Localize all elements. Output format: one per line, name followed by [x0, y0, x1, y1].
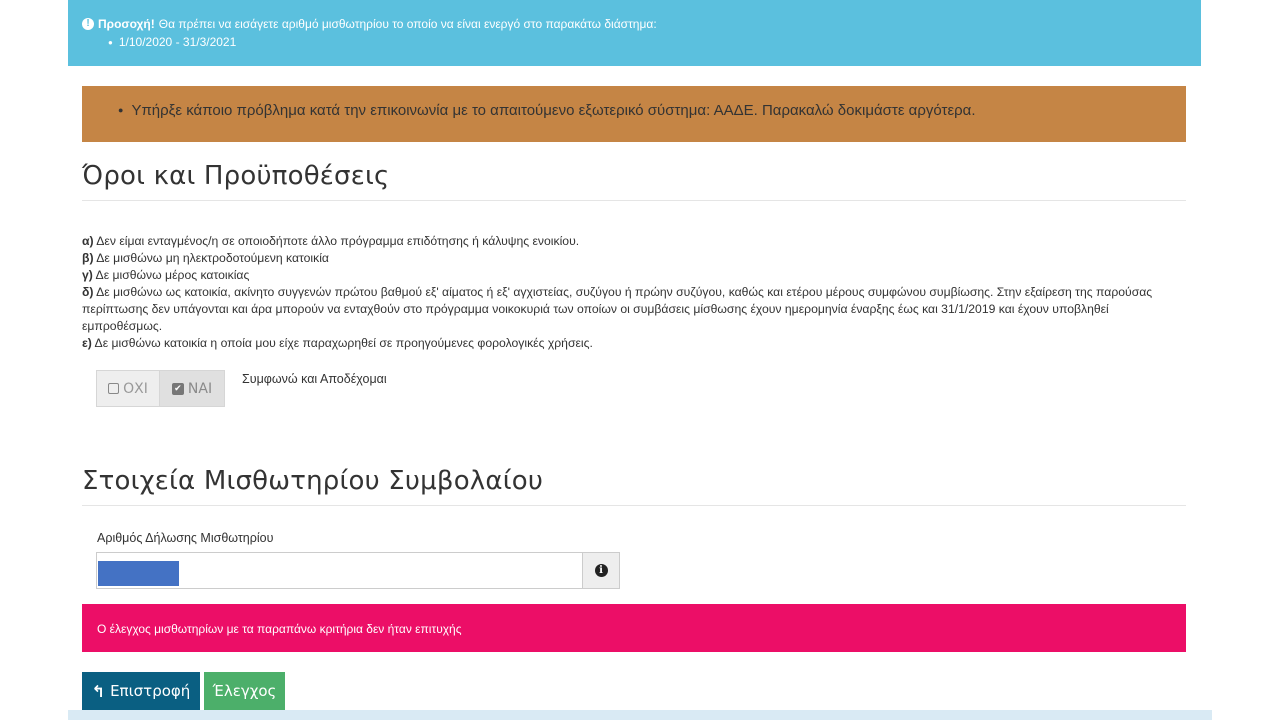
agree-toggle-group: ΟΧΙ ✔ ΝΑΙ	[96, 370, 225, 407]
warning-alert-message: Υπήρξε κάποιο πρόβλημα κατά την επικοινω…	[118, 100, 1186, 121]
terms-item-text: Δεν είμαι ενταγμένος/η σε οποιοδήποτε άλ…	[93, 234, 580, 248]
error-alert: Ο έλεγχος μισθωτηρίων με τα παραπάνω κρι…	[82, 604, 1186, 652]
terms-item-text: Δε μισθώνω ως κατοικία, ακίνητο συγγενών…	[82, 285, 1153, 333]
lease-number-input-group: i	[96, 552, 620, 589]
option-yes-label: ΝΑΙ	[187, 380, 213, 397]
footer-strip	[68, 710, 1212, 720]
warning-alert: Υπήρξε κάποιο πρόβλημα κατά την επικοινω…	[82, 86, 1186, 142]
lease-number-label: Αριθμός Δήλωσης Μισθωτηρίου	[97, 531, 274, 545]
unchecked-box-icon	[108, 383, 120, 394]
terms-item-marker: δ)	[82, 285, 94, 299]
terms-item-text: Δε μισθώνω μέρος κατοικίας	[92, 268, 250, 282]
terms-item: α) Δεν είμαι ενταγμένος/η σε οποιοδήποτε…	[82, 233, 1186, 250]
terms-heading: Όροι και Προϋποθέσεις	[82, 160, 1186, 201]
terms-item-marker: γ)	[82, 268, 93, 282]
option-yes-button[interactable]: ✔ ΝΑΙ	[159, 370, 225, 407]
info-alert-title: Προσοχή!	[98, 17, 155, 31]
lease-number-input[interactable]	[96, 552, 583, 589]
back-button[interactable]: ↰ Επιστροφή	[82, 672, 200, 710]
terms-item: β) Δε μισθώνω μη ηλεκτροδοτούμενη κατοικ…	[82, 250, 1186, 267]
terms-item: δ) Δε μισθώνω ως κατοικία, ακίνητο συγγε…	[82, 284, 1186, 335]
redacted-value	[98, 561, 179, 586]
info-alert-date-range: 1/10/2020 - 31/3/2021	[108, 34, 1201, 51]
check-button[interactable]: Έλεγχος	[204, 672, 285, 710]
exclamation-circle-icon: !	[82, 18, 94, 30]
info-alert: ! Προσοχή! Θα πρέπει να εισάγετε αριθμό …	[68, 0, 1201, 66]
lease-heading: Στοιχεία Μισθωτηρίου Συμβολαίου	[82, 465, 1186, 506]
info-alert-message: Θα πρέπει να εισάγετε αριθμό μισθωτηρίου…	[158, 17, 657, 31]
info-circle-icon: i	[594, 564, 608, 577]
terms-item: γ) Δε μισθώνω μέρος κατοικίας	[82, 267, 1186, 284]
terms-item-marker: α)	[82, 234, 94, 248]
terms-item-marker: ε)	[82, 336, 92, 350]
lease-info-addon[interactable]: i	[583, 552, 620, 589]
option-no-button[interactable]: ΟΧΙ	[96, 370, 159, 407]
check-button-label: Έλεγχος	[212, 682, 277, 700]
option-no-label: ΟΧΙ	[123, 380, 148, 397]
terms-item-text: Δε μισθώνω μη ηλεκτροδοτούμενη κατοικία	[93, 251, 329, 265]
agree-label: Συμφωνώ και Αποδέχομαι	[242, 372, 387, 386]
terms-item-text: Δε μισθώνω κατοικία η οποία μου είχε παρ…	[91, 336, 593, 350]
terms-list: α) Δεν είμαι ενταγμένος/η σε οποιοδήποτε…	[82, 233, 1186, 352]
terms-item: ε) Δε μισθώνω κατοικία η οποία μου είχε …	[82, 335, 1186, 352]
error-alert-message: Ο έλεγχος μισθωτηρίων με τα παραπάνω κρι…	[97, 622, 462, 636]
reply-icon: ↰	[91, 681, 106, 701]
back-button-label: Επιστροφή	[110, 682, 191, 700]
checked-box-icon: ✔	[171, 382, 184, 395]
terms-item-marker: β)	[82, 251, 94, 265]
